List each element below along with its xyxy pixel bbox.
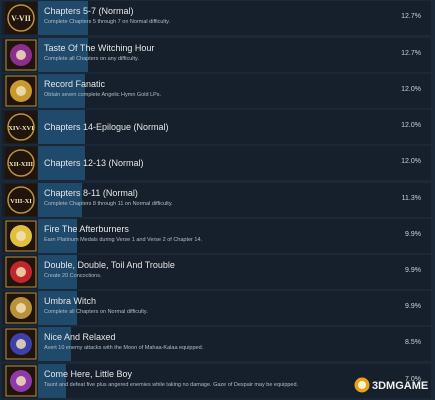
unlock-percent: 12.0% — [401, 122, 421, 129]
gold-record-icon — [5, 75, 37, 107]
unlock-percent: 9.9% — [405, 303, 421, 310]
unlock-percent: 8.5% — [405, 339, 421, 346]
roman-numeral-v-vii-icon: V-VII — [5, 2, 37, 34]
achievement-row[interactable]: V-VII Chapters 5-7 (Normal) Complete Chapt… — [2, 1, 431, 35]
achievement-row[interactable]: VIII-XI Chapters 8-11 (Normal) Complete Ch… — [2, 183, 431, 217]
watermark: 3DMGAME — [353, 376, 431, 394]
achievement-description: Complete all Chapters on Normal difficul… — [44, 309, 148, 315]
achievement-description: Complete Chapters 8 through 11 on Normal… — [44, 201, 173, 207]
afterburner-rocket-icon — [5, 220, 37, 252]
achievement-row[interactable]: XIV-XVI Chapters 14-Epilogue (Normal) 12.0… — [2, 110, 431, 144]
achievement-description: Complete Chapters 5 through 7 on Normal … — [44, 19, 171, 25]
unlock-percent: 12.7% — [401, 13, 421, 20]
witch-portrait-icon — [5, 39, 37, 71]
achievement-title: Double, Double, Toil And Trouble — [44, 260, 175, 270]
achievement-list: V-VII Chapters 5-7 (Normal) Complete Chapt… — [0, 0, 435, 400]
svg-text:XIV-XVI: XIV-XVI — [8, 125, 34, 132]
achievement-row[interactable]: XII-XIII Chapters 12-13 (Normal) 12.0% — [2, 146, 431, 180]
achievement-row[interactable]: Double, Double, Toil And Trouble Create 2… — [2, 255, 431, 289]
unlock-percent: 9.9% — [405, 267, 421, 274]
achievement-description: Complete all Chapters on any difficulty. — [44, 56, 139, 62]
achievement-row[interactable]: Umbra Witch Complete all Chapters on Norm… — [2, 291, 431, 325]
svg-text:V-VII: V-VII — [11, 14, 31, 23]
achievement-title: Chapters 12-13 (Normal) — [44, 158, 144, 168]
achievement-title: Chapters 8-11 (Normal) — [44, 188, 138, 198]
unlock-percent: 12.7% — [401, 50, 421, 57]
achievement-row[interactable]: Record Fanatic Obtain seven complete Ange… — [2, 74, 431, 108]
gaze-of-despair-icon — [5, 365, 37, 397]
achievement-title: Umbra Witch — [44, 296, 97, 306]
achievement-title: Chapters 14-Epilogue (Normal) — [44, 122, 169, 132]
achievement-description: Create 20 Concoctions. — [44, 273, 102, 279]
achievement-description: Obtain seven complete Angelic Hymn Gold … — [44, 92, 162, 98]
achievement-description: Avert 10 enemy attacks with the Moon of … — [44, 345, 204, 351]
achievement-title: Fire The Afterburners — [44, 224, 129, 234]
roman-numeral-viii-xi-icon: VIII-XI — [5, 184, 37, 216]
svg-text:XII-XIII: XII-XIII — [9, 161, 34, 168]
unlock-percent: 11.3% — [401, 195, 421, 202]
unlock-percent: 9.9% — [405, 231, 421, 238]
achievement-title: Chapters 5-7 (Normal) — [44, 6, 134, 16]
watermark-text: 3DMGAME — [372, 380, 428, 392]
svg-text:VIII-XI: VIII-XI — [10, 198, 32, 205]
achievement-row[interactable]: Fire The Afterburners Earn Platinum Medal… — [2, 219, 431, 253]
achievement-title: Come Here, Little Boy — [44, 369, 133, 379]
umbra-witch-emblem-icon — [5, 292, 37, 324]
roman-numeral-xii-xiii-icon: XII-XIII — [5, 147, 37, 179]
achievement-row[interactable]: Nice And Relaxed Avert 10 enemy attacks w… — [2, 327, 431, 361]
achievement-title: Nice And Relaxed — [44, 332, 116, 342]
achievement-row[interactable]: Taste Of The Witching Hour Complete all C… — [2, 38, 431, 72]
achievement-description: Earn Platinum Medals during Verse 1 and … — [44, 237, 203, 243]
achievement-title: Taste Of The Witching Hour — [44, 43, 155, 53]
achievement-description: Taunt and defeat five plus angered enemi… — [44, 382, 299, 388]
moon-of-mahaa-kalaa-icon — [5, 328, 37, 360]
roman-numeral-xiv-xvi-icon: XIV-XVI — [5, 111, 37, 143]
unlock-percent: 12.0% — [401, 86, 421, 93]
concoction-potion-icon — [5, 256, 37, 288]
unlock-percent: 12.0% — [401, 158, 421, 165]
achievement-title: Record Fanatic — [44, 79, 106, 89]
